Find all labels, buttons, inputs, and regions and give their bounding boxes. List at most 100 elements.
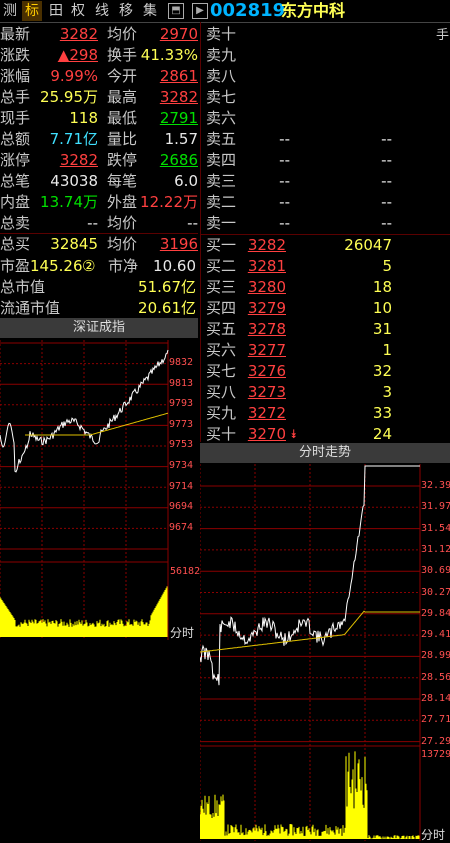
sell-vol: --	[381, 193, 392, 211]
quote-value: 3196	[159, 235, 198, 253]
quote-label: 每笔	[107, 172, 138, 190]
intraday-time-label: 分时	[421, 828, 446, 842]
buy-level[interactable]: 买二 3281 5	[204, 256, 450, 277]
buy-label: 买十	[206, 425, 237, 443]
total-mv-row: 总市值 51.67亿	[0, 277, 198, 298]
quote-row: 总笔 43038 每笔 6.0	[0, 171, 198, 192]
nav-label: 市净	[108, 257, 139, 275]
quote-label: 外盘	[107, 193, 138, 211]
quote-value: 25.95万	[40, 88, 98, 106]
price-tick: 9714	[169, 480, 194, 492]
sell-price: --	[279, 193, 290, 211]
quote-label: 涨跌	[0, 46, 31, 64]
sell-label: 卖一	[206, 214, 237, 232]
tab-6[interactable]: 集	[140, 1, 160, 21]
buy-price: 3270	[247, 425, 286, 443]
buy-level[interactable]: 买五 3278 31	[204, 319, 450, 340]
sell-level[interactable]: 卖七	[204, 87, 450, 108]
buy-price: 3282	[247, 236, 286, 254]
sell-level[interactable]: 卖六	[204, 108, 450, 129]
price-tick: 9813	[169, 377, 194, 389]
tab-5[interactable]: 移	[116, 1, 136, 21]
price-tick: 30.27	[421, 586, 450, 598]
total-mv-value: 51.67亿	[138, 278, 196, 296]
settings-icon[interactable]: ⬒	[168, 3, 184, 19]
price-tick: 28.14	[421, 693, 450, 704]
buy-level[interactable]: 买三 3280 18	[204, 277, 450, 298]
index-avg-line	[25, 412, 169, 436]
buy-vol: 10	[372, 299, 392, 317]
buy-label: 买五	[206, 320, 237, 338]
quote-value: 12.22万	[140, 193, 198, 211]
quote-value: 1.57	[164, 130, 198, 148]
tab-4[interactable]: 线	[92, 1, 112, 21]
buy-level[interactable]: 买一 3282 26047	[204, 235, 450, 256]
float-mv-row: 流通市值 20.61亿	[0, 298, 198, 319]
total-mv-label: 总市值	[0, 278, 46, 296]
buy-level[interactable]: 买四 3279 10	[204, 298, 450, 319]
price-tick: 31.54	[421, 522, 450, 534]
buy-vol: 26047	[344, 236, 392, 254]
sell-level[interactable]: 卖十	[204, 24, 450, 45]
buy-label: 买九	[206, 404, 237, 422]
sell-label: 卖九	[206, 46, 237, 64]
sell-vol: --	[381, 214, 392, 232]
price-tick: 27.29	[421, 735, 450, 747]
sell-vol: --	[381, 151, 392, 169]
buy-vol: 3	[382, 383, 392, 401]
sell-level[interactable]: 卖三 -- --	[204, 171, 450, 192]
stock-code: 002819	[210, 0, 286, 21]
quote-value: 3282	[159, 88, 198, 106]
quote-label: 今开	[107, 67, 138, 85]
sell-level[interactable]: 卖九	[204, 45, 450, 66]
buy-level[interactable]: 买六 3277 1	[204, 340, 450, 361]
tab-1[interactable]: 标	[22, 1, 42, 21]
buy-price: 3272	[247, 404, 286, 422]
quote-label: 均价	[107, 214, 138, 232]
quote-value: 32845	[50, 235, 98, 253]
sell-level[interactable]: 卖一 -- --	[204, 213, 450, 234]
quote-value: 43038	[50, 172, 98, 190]
sell-level[interactable]: 卖四 -- --	[204, 150, 450, 171]
quote-value: --	[187, 214, 198, 232]
pe-badge: ②	[82, 257, 96, 275]
quote-value: 3282	[59, 25, 98, 43]
sell-level[interactable]: 卖五 -- --	[204, 129, 450, 150]
quote-value: 2861	[159, 67, 198, 85]
quote-row: 总买 32845 均价 3196	[0, 234, 198, 255]
quote-label: 涨停	[0, 151, 31, 169]
buy-level[interactable]: 买八 3273 3	[204, 382, 450, 403]
buy-level[interactable]: 买十 3270 ⯯ 24	[204, 424, 450, 445]
tab-3[interactable]: 权	[68, 1, 88, 21]
sell-level[interactable]: 卖二 -- --	[204, 192, 450, 213]
quote-value: 13.74万	[40, 193, 98, 211]
buy-price: 3281	[247, 257, 286, 275]
index-panel-title[interactable]: 深证成指	[0, 318, 198, 338]
quote-value: 9.99%	[50, 67, 98, 85]
intraday-chart[interactable]	[200, 464, 450, 841]
price-tick: 28.99	[421, 650, 450, 662]
buy-vol: 1	[382, 341, 392, 359]
quote-row: 最新 3282 均价 2970	[0, 24, 198, 45]
tab-0[interactable]: 测	[0, 1, 20, 21]
quote-row: 总手 25.95万 最高 3282	[0, 87, 198, 108]
price-tick: 30.69	[421, 565, 450, 577]
sell-level[interactable]: 卖八	[204, 66, 450, 87]
intraday-panel-title[interactable]: 分时走势	[200, 443, 450, 463]
quote-label: 总额	[0, 130, 31, 148]
buy-vol: 18	[372, 278, 392, 296]
tab-2[interactable]: 田	[46, 1, 66, 21]
stock-name: 东方中科	[281, 1, 346, 20]
expand-icon[interactable]: ▶	[192, 3, 208, 19]
quote-label: 量比	[107, 130, 138, 148]
quote-label: 均价	[107, 25, 138, 43]
quote-value: --	[87, 214, 98, 232]
quote-label: 均价	[107, 235, 138, 253]
buy-level[interactable]: 买九 3272 33	[204, 403, 450, 424]
quote-value: 2686	[159, 151, 198, 169]
buy-level[interactable]: 买七 3276 32	[204, 361, 450, 382]
orderbook-mid-divider	[200, 234, 450, 235]
buy-price: 3277	[247, 341, 286, 359]
quote-row: 内盘 13.74万 外盘 12.22万	[0, 192, 198, 213]
buy-vol: 5	[382, 257, 392, 275]
